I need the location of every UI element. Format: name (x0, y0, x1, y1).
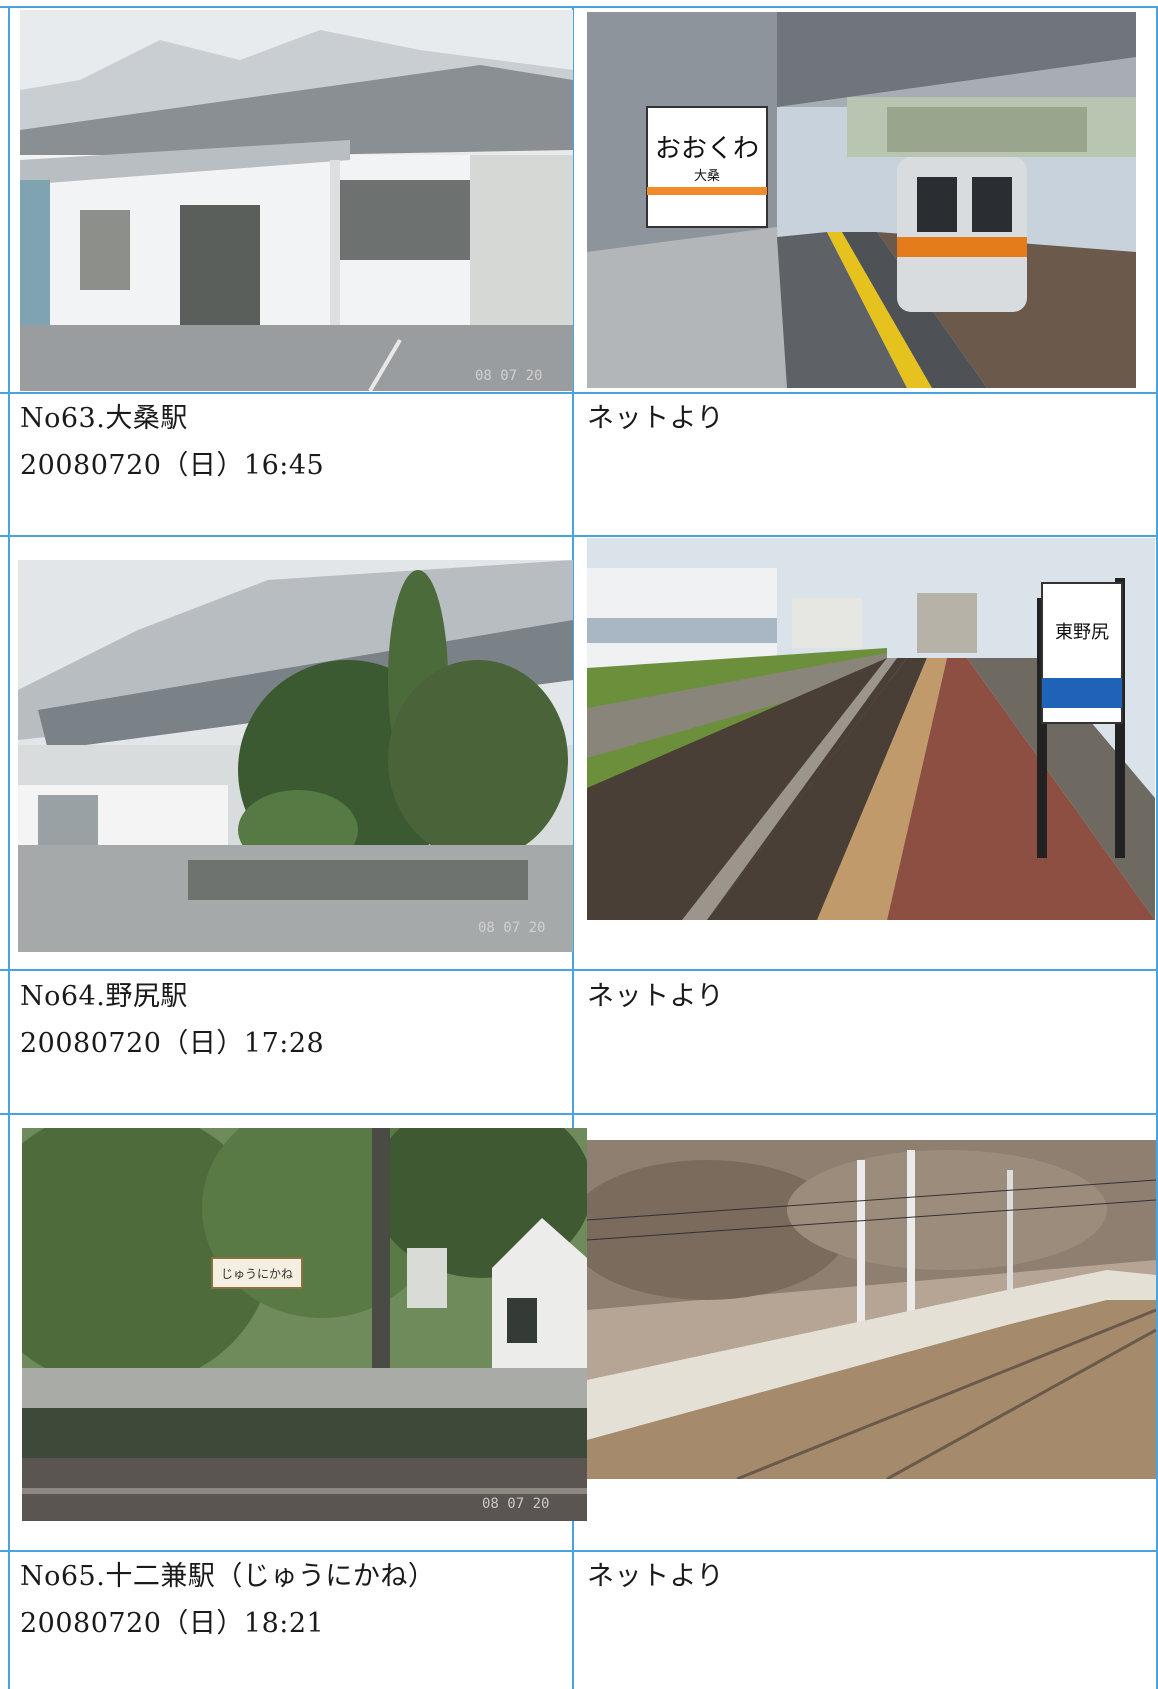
entry-source-65: ネットより (587, 1553, 724, 1600)
photo-datetime: 20080720（日）16:45 (20, 450, 325, 481)
station-sign-text: おおくわ (655, 134, 759, 164)
station-sign-text: じゅうにかね (221, 1267, 293, 1281)
photo-junikane-station: じゅうにかね 08 07 20 (22, 1128, 587, 1521)
source-note: ネットより (587, 981, 724, 1012)
photo-okuwa-station-building: 08 07 20 (20, 10, 573, 391)
entry-caption-64: No64.野尻駅 20080720（日）17:28 (20, 973, 324, 1067)
photo-date-stamp: 08 07 20 (482, 1496, 549, 1512)
entry-caption-65: No65.十二兼駅（じゅうにかね） 20080720（日）18:21 (20, 1553, 435, 1647)
row-divider (0, 1550, 1158, 1552)
entry-caption-63: No63.大桑駅 20080720（日）16:45 (20, 395, 324, 489)
photo-nojiri-station-building: 08 07 20 (18, 560, 573, 952)
photo-datetime: 20080720（日）17:28 (20, 1028, 325, 1059)
station-title: No63.大桑駅 (20, 403, 188, 434)
table-border-left (8, 8, 10, 1689)
photo-okuwa-platform-train: おおくわ 大桑 (587, 12, 1136, 388)
entry-source-64: ネットより (587, 973, 724, 1020)
station-sign-kanji: 大桑 (694, 169, 720, 184)
photo-datetime: 20080720（日）18:21 (20, 1608, 325, 1639)
entry-source-63: ネットより (587, 395, 724, 442)
row-divider (0, 392, 1158, 394)
photo-date-stamp: 08 07 20 (478, 920, 545, 936)
station-title: No65.十二兼駅（じゅうにかね） (20, 1561, 436, 1592)
table-border-top (0, 6, 1158, 8)
photo-higashinojiri-platform: 東野尻 (587, 538, 1155, 920)
source-note: ネットより (587, 1561, 724, 1592)
row-divider (0, 1113, 1158, 1115)
source-note: ネットより (587, 403, 724, 434)
row-divider (0, 969, 1158, 971)
station-sign-text: 東野尻 (1055, 622, 1109, 643)
photo-junikane-curved-platform (587, 1140, 1156, 1479)
station-title: No64.野尻駅 (20, 981, 188, 1012)
photo-date-stamp: 08 07 20 (475, 368, 542, 384)
row-divider (0, 535, 1158, 537)
